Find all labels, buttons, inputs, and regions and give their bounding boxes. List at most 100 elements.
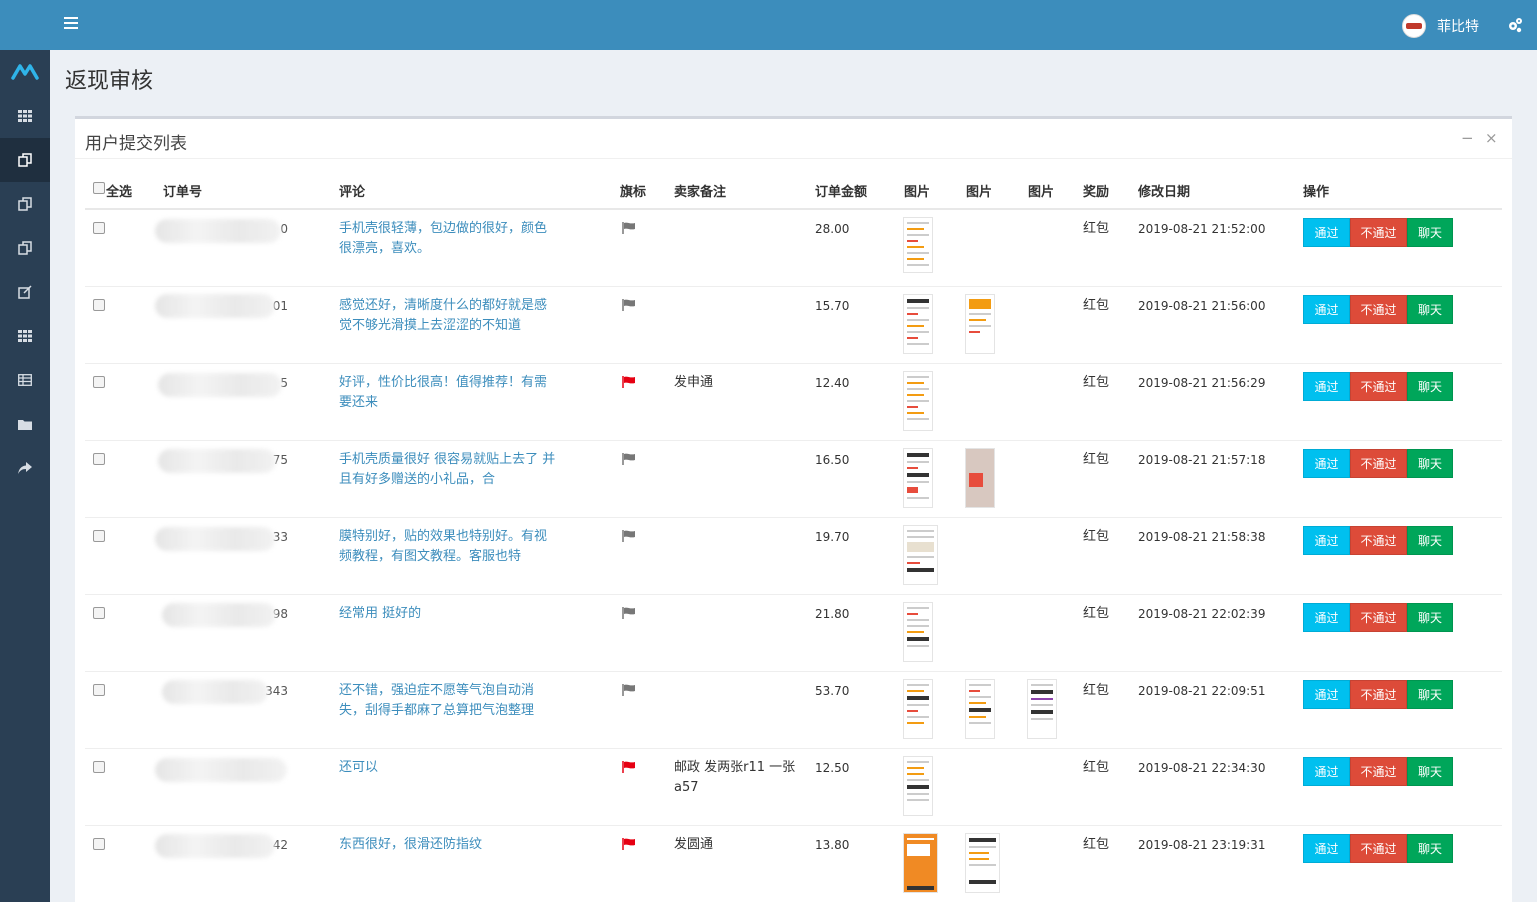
seller-note: 发圆通 — [674, 837, 714, 852]
chat-button[interactable]: 聊天 — [1407, 372, 1453, 401]
menu-toggle-icon[interactable] — [64, 17, 78, 31]
comment-link[interactable]: 感觉还好，清晰度什么的都好就是感觉不够光滑摸上去涩涩的不知道 — [339, 296, 557, 336]
flag-icon[interactable] — [622, 684, 636, 700]
order-amount: 15.70 — [815, 299, 850, 313]
share-icon[interactable] — [0, 446, 50, 490]
flag-icon[interactable] — [622, 530, 636, 546]
flag-icon[interactable] — [622, 607, 636, 623]
col-reward: 奖励 — [1083, 185, 1110, 200]
order-number-redaction — [162, 680, 268, 704]
order-amount: 53.70 — [815, 684, 850, 698]
row-checkbox[interactable] — [93, 299, 105, 311]
comment-link[interactable]: 手机壳质量很好 很容易就贴上去了 并且有好多赠送的小礼品，合 — [339, 450, 557, 490]
row-checkbox[interactable] — [93, 761, 105, 773]
row-divider — [85, 286, 1502, 287]
review-image[interactable] — [903, 525, 938, 585]
row-checkbox[interactable] — [93, 607, 105, 619]
review-image[interactable] — [903, 602, 933, 662]
review-image[interactable] — [903, 294, 933, 354]
pass-button[interactable]: 通过 — [1303, 526, 1350, 555]
flag-icon[interactable] — [622, 761, 636, 777]
row-checkbox[interactable] — [93, 684, 105, 696]
row-checkbox[interactable] — [93, 376, 105, 388]
comment-link[interactable]: 手机壳很轻薄，包边做的很好，颜色很漂亮，喜欢。 — [339, 219, 557, 259]
review-image[interactable] — [903, 756, 933, 816]
order-amount: 28.00 — [815, 222, 850, 236]
reject-button[interactable]: 不通过 — [1350, 680, 1407, 709]
copy-icon-2[interactable] — [0, 182, 50, 226]
copy-icon-3[interactable] — [0, 226, 50, 270]
pass-button[interactable]: 通过 — [1303, 449, 1350, 478]
chat-button[interactable]: 聊天 — [1407, 449, 1453, 478]
flag-icon[interactable] — [622, 222, 636, 238]
row-checkbox[interactable] — [93, 530, 105, 542]
review-image[interactable] — [1027, 679, 1057, 739]
comment-link[interactable]: 好评，性价比很高！值得推荐！有需要还来 — [339, 373, 557, 413]
grid-icon[interactable] — [0, 94, 50, 138]
comment-link[interactable]: 还可以 — [339, 758, 557, 778]
gears-icon[interactable] — [1507, 17, 1523, 37]
row-divider — [85, 825, 1502, 826]
close-icon[interactable]: × — [1485, 129, 1498, 147]
col-order-no: 订单号 — [163, 185, 203, 200]
pass-button[interactable]: 通过 — [1303, 372, 1350, 401]
chat-button[interactable]: 聊天 — [1407, 603, 1453, 632]
col-flag: 旗标 — [620, 185, 647, 200]
pass-button[interactable]: 通过 — [1303, 757, 1350, 786]
chat-button[interactable]: 聊天 — [1407, 834, 1453, 863]
minimize-icon[interactable]: − — [1461, 129, 1474, 147]
comment-link[interactable]: 膜特别好，贴的效果也特别好。有视频教程，有图文教程。客服也特 — [339, 527, 557, 567]
pass-button[interactable]: 通过 — [1303, 680, 1350, 709]
flag-icon[interactable] — [622, 299, 636, 315]
comment-link[interactable]: 还不错，强迫症不愿等气泡自动消失，刮得手都麻了总算把气泡整理 — [339, 681, 557, 721]
edit-icon[interactable] — [0, 270, 50, 314]
review-image[interactable] — [903, 833, 938, 893]
review-image[interactable] — [965, 679, 995, 739]
review-image[interactable] — [903, 448, 933, 508]
review-image[interactable] — [903, 217, 933, 273]
panel-header: 用户提交列表 − × — [75, 119, 1512, 159]
row-checkbox[interactable] — [93, 222, 105, 234]
table-icon[interactable] — [0, 358, 50, 402]
reject-button[interactable]: 不通过 — [1350, 372, 1407, 401]
sidebar — [0, 0, 50, 902]
reject-button[interactable]: 不通过 — [1350, 757, 1407, 786]
flag-icon[interactable] — [622, 838, 636, 854]
user-menu[interactable]: 菲比特 — [1402, 14, 1479, 38]
select-all-checkbox[interactable] — [93, 182, 105, 194]
reject-button[interactable]: 不通过 — [1350, 218, 1407, 247]
avatar — [1402, 14, 1426, 38]
chat-button[interactable]: 聊天 — [1407, 295, 1453, 324]
comment-link[interactable]: 经常用 挺好的 — [339, 604, 557, 624]
reject-button[interactable]: 不通过 — [1350, 526, 1407, 555]
review-image[interactable] — [903, 371, 933, 431]
pass-button[interactable]: 通过 — [1303, 834, 1350, 863]
reject-button[interactable]: 不通过 — [1350, 603, 1407, 632]
comment-link[interactable]: 东西很好，很滑还防指纹 — [339, 835, 557, 855]
pass-button[interactable]: 通过 — [1303, 218, 1350, 247]
reward-type: 红包 — [1083, 375, 1110, 390]
chat-button[interactable]: 聊天 — [1407, 218, 1453, 247]
folder-icon[interactable] — [0, 402, 50, 446]
review-image[interactable] — [903, 679, 933, 739]
flag-icon[interactable] — [622, 376, 636, 392]
row-checkbox[interactable] — [93, 838, 105, 850]
apps-icon[interactable] — [0, 314, 50, 358]
review-image[interactable] — [965, 833, 1000, 893]
copy-icon[interactable] — [0, 138, 50, 182]
pass-button[interactable]: 通过 — [1303, 295, 1350, 324]
review-image[interactable] — [965, 448, 995, 508]
flag-icon[interactable] — [622, 453, 636, 469]
reward-type: 红包 — [1083, 760, 1110, 775]
chat-button[interactable]: 聊天 — [1407, 680, 1453, 709]
pass-button[interactable]: 通过 — [1303, 603, 1350, 632]
reject-button[interactable]: 不通过 — [1350, 834, 1407, 863]
order-number-redaction — [155, 527, 275, 551]
chat-button[interactable]: 聊天 — [1407, 526, 1453, 555]
review-image[interactable] — [965, 294, 995, 354]
logo-icon[interactable] — [0, 50, 50, 94]
reject-button[interactable]: 不通过 — [1350, 449, 1407, 478]
reject-button[interactable]: 不通过 — [1350, 295, 1407, 324]
chat-button[interactable]: 聊天 — [1407, 757, 1453, 786]
row-checkbox[interactable] — [93, 453, 105, 465]
